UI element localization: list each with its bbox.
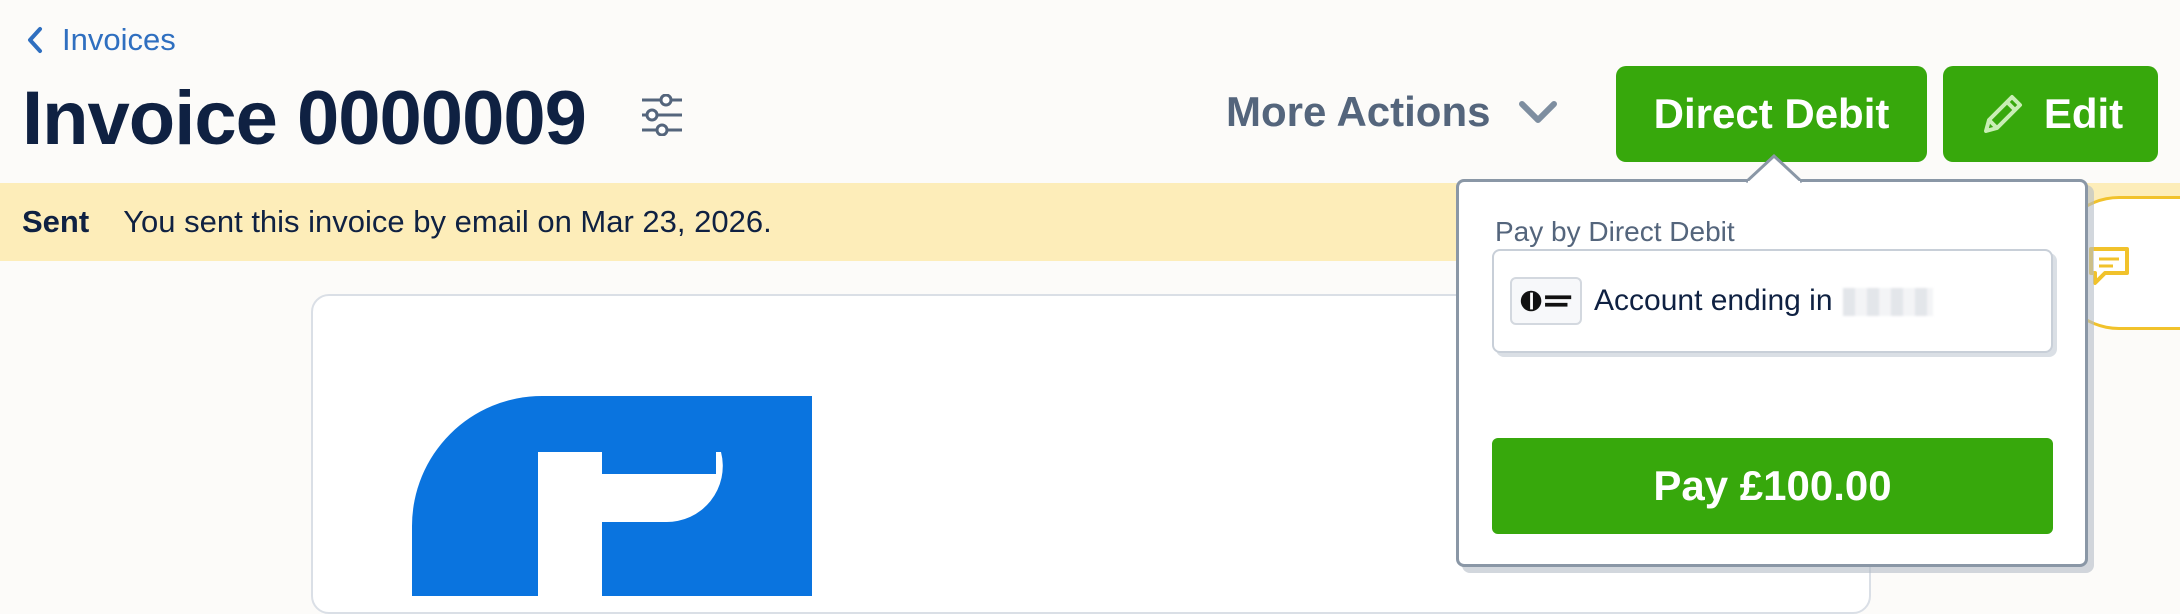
edit-label: Edit [2043,90,2124,137]
popover-label: Pay by Direct Debit [1495,216,1735,247]
sliders-icon[interactable] [640,94,684,136]
direct-debit-label: Direct Debit [1653,90,1890,137]
direct-debit-button[interactable]: Direct Debit [1616,66,1927,162]
more-actions-button[interactable]: More Actions [1226,88,1560,136]
breadcrumb-back-link[interactable]: Invoices [26,22,176,58]
pencil-icon [1983,95,2022,133]
chevron-left-icon [28,27,42,53]
account-option[interactable]: Account ending in [1492,249,2053,353]
account-ending-label: Account ending in [1594,284,1833,317]
status-badge: Sent [22,204,90,239]
direct-debit-popover: Pay by Direct Debit Account ending in Pa… [1456,179,2088,567]
chevron-down-icon [1519,101,1558,123]
edit-button[interactable]: Edit [1943,66,2158,162]
popover-caret [1746,154,1802,184]
page-title: Invoice 0000009 [22,76,587,161]
status-message: You sent this invoice by email on Mar 23… [123,204,772,239]
pay-button-label: Pay £100.00 [1653,462,1892,509]
masked-account-number [1842,288,1933,317]
direct-debit-logo-icon [1510,277,1582,325]
account-ending-text: Account ending in [1594,284,1933,318]
company-logo [412,396,812,596]
chat-icon [2089,247,2129,285]
breadcrumb-label: Invoices [62,22,176,57]
pay-button[interactable]: Pay £100.00 [1492,438,2053,534]
more-actions-label: More Actions [1226,88,1491,135]
